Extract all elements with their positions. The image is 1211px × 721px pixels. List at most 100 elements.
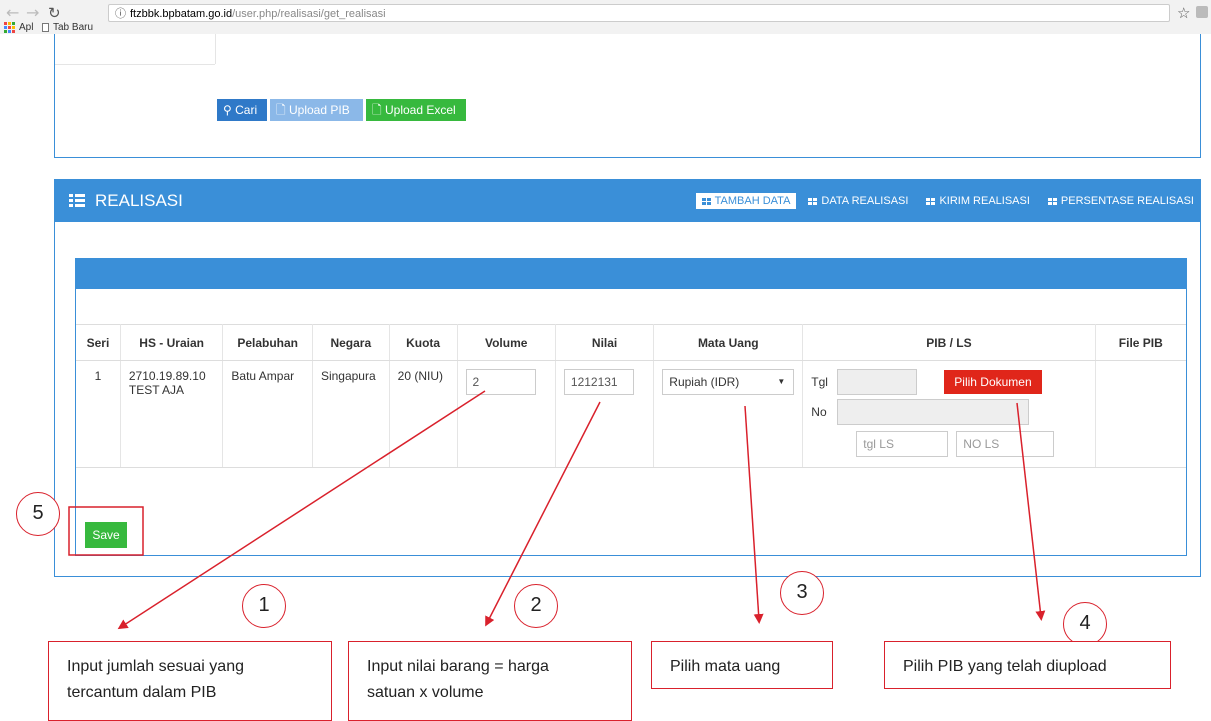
chevron-down-icon: ▼ — [777, 377, 786, 386]
annotation-number-1: 1 — [242, 584, 286, 628]
tab-persentase-realisasi[interactable]: PERSENTASE REALISASI — [1042, 193, 1200, 209]
col-mata-uang: Mata Uang — [653, 324, 804, 361]
annotation-number-4: 4 — [1063, 602, 1107, 646]
cari-label: Cari — [235, 103, 258, 117]
bookmark-apps-label: Apl — [19, 22, 34, 33]
annotation-box-3: Pilih mata uang — [651, 641, 833, 689]
tab-label: KIRIM REALISASI — [939, 195, 1030, 207]
upload-excel-button[interactable]: 🗋 Upload Excel — [366, 99, 466, 121]
bookmark-apps[interactable]: Apl — [4, 22, 33, 33]
cell-pelabuhan: Batu Ampar — [222, 360, 313, 468]
tab-kirim-realisasi[interactable]: KIRIM REALISASI — [920, 193, 1035, 209]
nilai-input[interactable]: 1212131 — [563, 369, 634, 395]
tab-label: TAMBAH DATA — [714, 195, 791, 207]
col-volume: Volume — [457, 324, 556, 361]
realisasi-table: Seri HS - Uraian Pelabuhan Negara Kuota … — [76, 324, 1186, 468]
col-pib-ls: PIB / LS — [802, 324, 1096, 361]
bookmark-new-tab[interactable]: Tab Baru — [42, 22, 93, 33]
col-seri: Seri — [76, 324, 121, 361]
page-icon — [42, 23, 49, 32]
annotation-box-2: Input nilai barang = harga satuan x volu… — [348, 641, 632, 721]
cari-button[interactable]: ⚲ Cari — [217, 99, 267, 121]
extension-icon[interactable] — [1196, 6, 1208, 18]
cell-file-pib — [1095, 360, 1186, 468]
bookmark-star-icon[interactable]: ☆ — [1177, 4, 1190, 22]
forward-icon[interactable]: → — [26, 3, 39, 22]
panel-title: REALISASI — [69, 191, 183, 211]
tgl-ls-input[interactable]: tgl LS — [856, 431, 949, 457]
col-kuota: Kuota — [389, 324, 458, 361]
upload-pib-button[interactable]: 🗋 Upload PIB — [270, 99, 363, 121]
cell-pib-ls: Tgl Pilih Dokumen No tgl LS NO LS — [802, 360, 1096, 468]
col-negara: Negara — [312, 324, 390, 361]
annotation-box-1: Input jumlah sesuai yang tercantum dalam… — [48, 641, 332, 721]
form-box-header — [76, 259, 1186, 289]
upload-pib-label: Upload PIB — [289, 103, 350, 117]
annotation-4-line1: Pilih PIB yang telah diupload — [903, 658, 1107, 675]
annotation-3-line1: Pilih mata uang — [670, 658, 781, 675]
volume-input[interactable]: 2 — [465, 369, 536, 395]
cell-negara: Singapura — [312, 360, 390, 468]
grid-icon — [926, 197, 936, 205]
url-host: ftzbbk.bpbatam.go.id — [130, 8, 233, 20]
upload-excel-label: Upload Excel — [385, 103, 456, 117]
annotation-box-4: Pilih PIB yang telah diupload — [884, 641, 1171, 689]
annotation-number-3: 3 — [780, 571, 824, 615]
list-icon — [69, 194, 85, 208]
search-icon: ⚲ — [223, 103, 232, 117]
tgl-row: Tgl Pilih Dokumen — [811, 369, 1086, 395]
tab-label: DATA REALISASI — [821, 195, 909, 207]
mata-uang-value: Rupiah (IDR) — [669, 375, 740, 389]
back-icon[interactable]: ← — [6, 3, 19, 22]
cell-nilai: 1212131 — [555, 360, 655, 468]
tab-tambah-data[interactable]: TAMBAH DATA — [695, 193, 797, 209]
realisasi-panel: REALISASI TAMBAH DATA DATA REALISASI KIR… — [54, 179, 1201, 577]
cell-kuota: 20 (NIU) — [389, 360, 458, 468]
annotation-number-2: 2 — [514, 584, 558, 628]
no-row: No — [811, 399, 1086, 425]
cell-mata-uang: Rupiah (IDR) ▼ — [653, 360, 804, 468]
grid-icon — [1047, 197, 1057, 205]
grid-icon — [701, 197, 711, 205]
address-bar[interactable]: ⓘ ftzbbk.bpbatam.go.id/user.php/realisasi… — [108, 4, 1170, 22]
realisasi-form-box: Seri HS - Uraian Pelabuhan Negara Kuota … — [75, 258, 1187, 556]
col-pelabuhan: Pelabuhan — [222, 324, 313, 361]
file-icon: 🗋 — [372, 103, 382, 117]
col-nilai: Nilai — [555, 324, 655, 361]
tgl-label: Tgl — [811, 375, 828, 389]
file-icon: 🗋 — [276, 103, 286, 117]
col-hs-uraian: HS - Uraian — [120, 324, 224, 361]
col-file-pib: File PIB — [1095, 324, 1186, 361]
cell-hs-uraian: 2710.19.89.10 TEST AJA — [120, 360, 224, 468]
table-row: 1 2710.19.89.10 TEST AJA Batu Ampar Sing… — [76, 360, 1186, 468]
save-button[interactable]: Save — [85, 522, 127, 548]
url-path: /user.php/realisasi/get_realisasi — [232, 8, 386, 20]
panel-hline — [55, 64, 215, 65]
table-header-row: Seri HS - Uraian Pelabuhan Negara Kuota … — [76, 324, 1186, 361]
reload-icon[interactable]: ↻ — [48, 4, 61, 22]
uraian: TEST AJA — [128, 383, 185, 397]
bookmark-new-tab-label: Tab Baru — [53, 22, 94, 33]
mata-uang-select[interactable]: Rupiah (IDR) ▼ — [662, 369, 795, 395]
realisasi-tabs: TAMBAH DATA DATA REALISASI KIRIM REALISA… — [690, 193, 1200, 209]
annotation-2-line1: Input nilai barang = harga — [367, 658, 549, 675]
annotation-1-line2: tercantum dalam PIB — [67, 684, 217, 701]
no-label: No — [811, 405, 827, 419]
cell-seri: 1 — [76, 360, 121, 468]
tab-label: PERSENTASE REALISASI — [1060, 195, 1194, 207]
tgl-input — [837, 369, 918, 395]
pilih-dokumen-button[interactable]: Pilih Dokumen — [944, 370, 1042, 394]
tab-data-realisasi[interactable]: DATA REALISASI — [802, 193, 914, 209]
annotation-number-5: 5 — [16, 492, 60, 536]
cell-volume: 2 — [457, 360, 556, 468]
grid-icon — [808, 197, 818, 205]
no-input — [837, 399, 1030, 425]
apps-grid-icon — [4, 22, 15, 33]
hs-code: 2710.19.89.10 — [128, 369, 206, 383]
search-panel — [54, 34, 1201, 158]
info-icon[interactable]: ⓘ — [115, 7, 126, 20]
realisasi-title: REALISASI — [95, 191, 183, 210]
annotation-1-line1: Input jumlah sesuai yang — [67, 658, 244, 675]
no-ls-input[interactable]: NO LS — [956, 431, 1055, 457]
panel-header: REALISASI TAMBAH DATA DATA REALISASI KIR… — [55, 180, 1200, 222]
